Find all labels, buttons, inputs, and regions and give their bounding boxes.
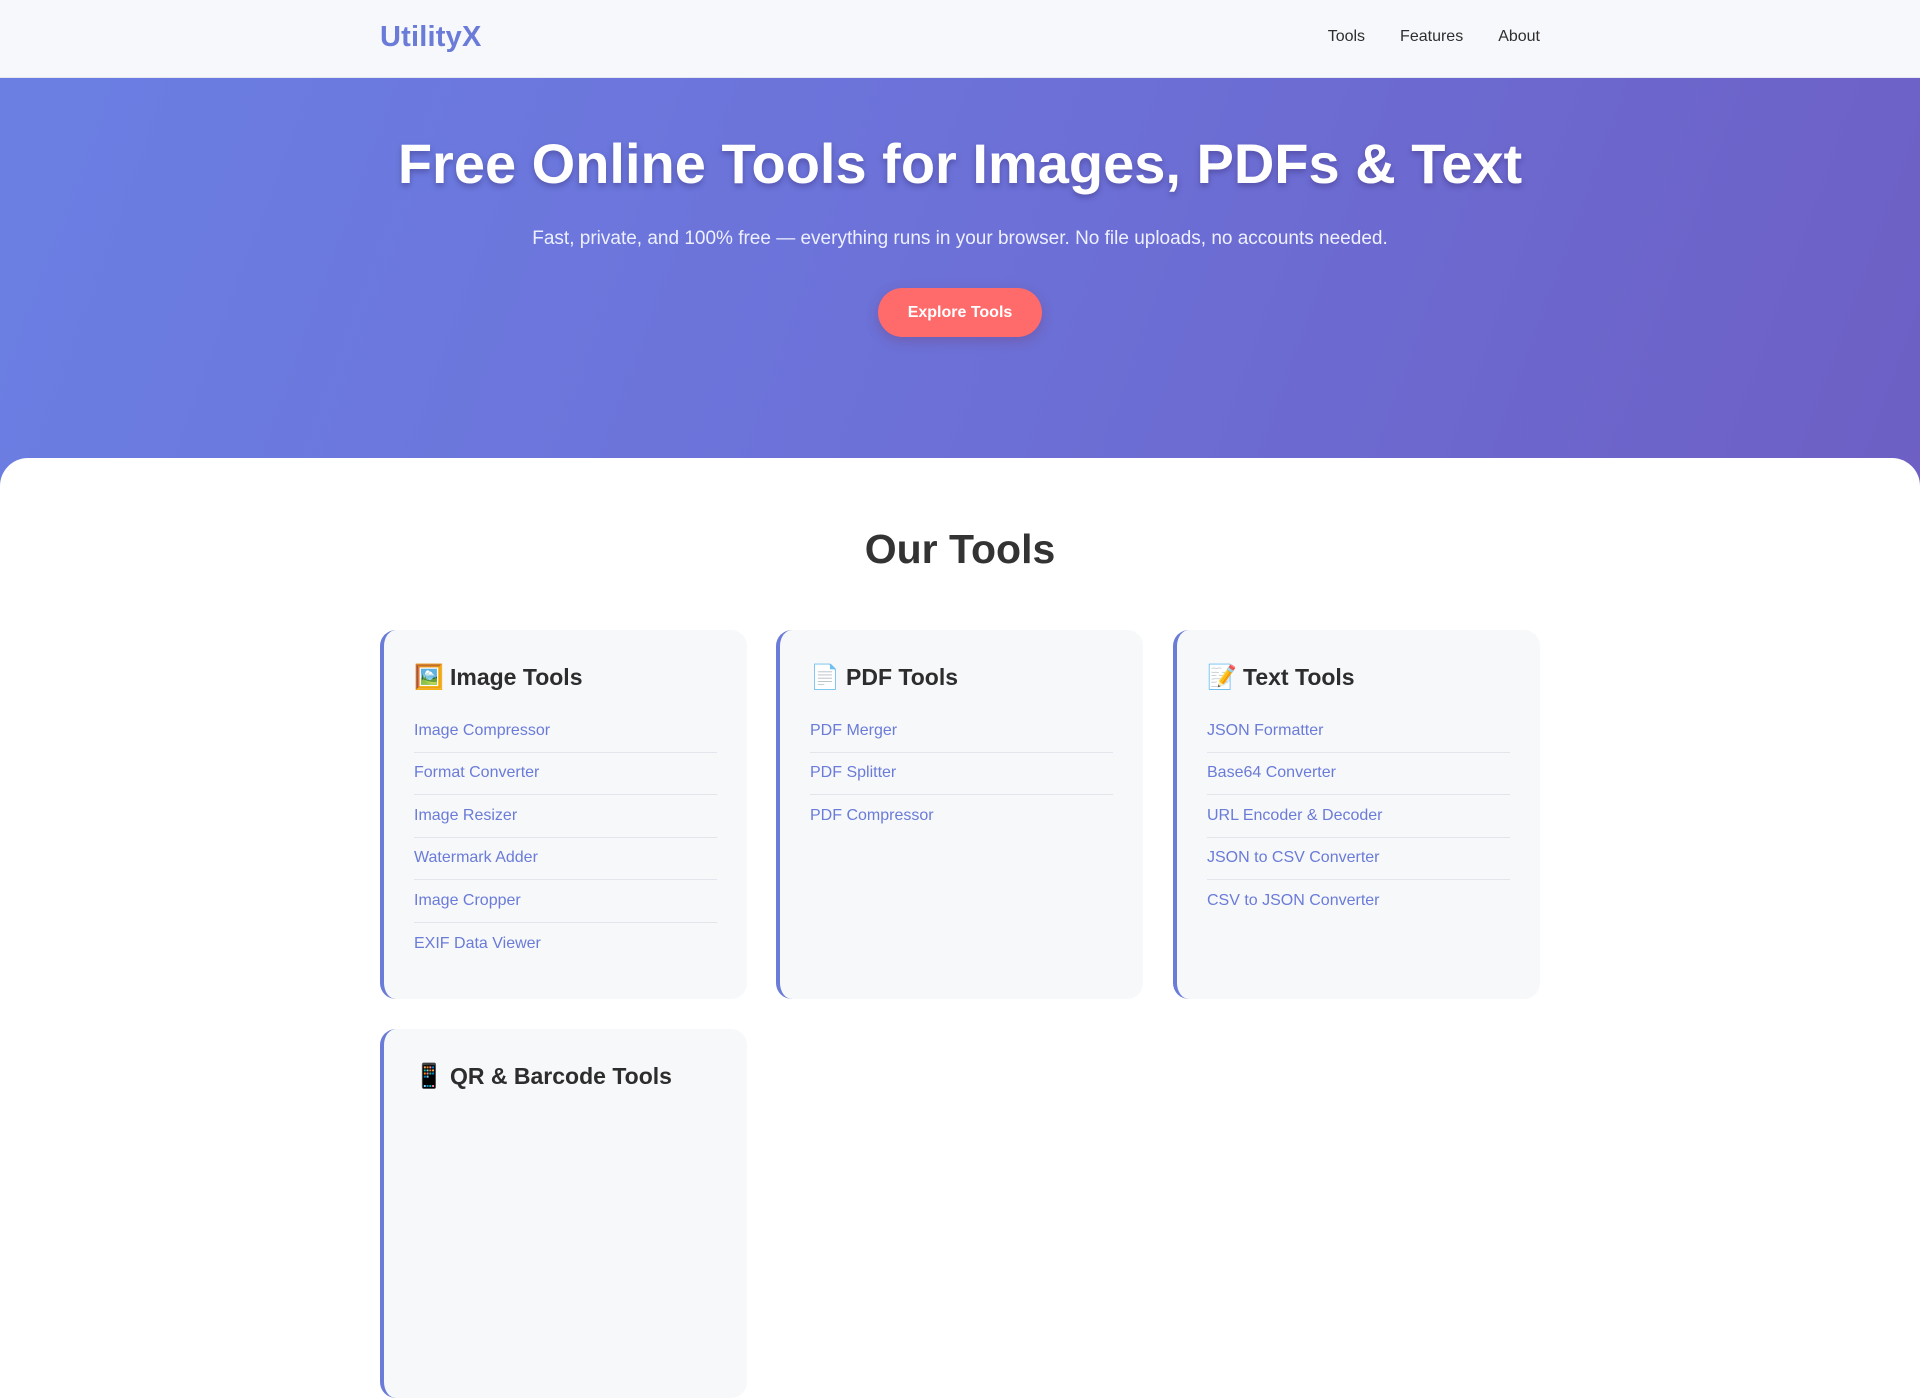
category-title: 🖼️ Image Tools <box>414 663 717 692</box>
tool-link-pdf-merger[interactable]: PDF Merger <box>810 722 897 740</box>
category-title-label: Image Tools <box>450 664 583 690</box>
document-icon: 📄 <box>810 664 840 691</box>
list-item: CSV to JSON Converter <box>1207 880 1510 923</box>
tools-section: Our Tools 🖼️ Image Tools Image Compresso… <box>0 458 1920 1398</box>
category-title: 📄 PDF Tools <box>810 663 1113 692</box>
memo-icon: 📝 <box>1207 664 1237 691</box>
list-item: EXIF Data Viewer <box>414 923 717 966</box>
category-title-label: Text Tools <box>1243 664 1355 690</box>
list-item: Image Resizer <box>414 795 717 838</box>
list-item: Watermark Adder <box>414 838 717 880</box>
tool-list: PDF Merger PDF Splitter PDF Compressor <box>810 710 1113 838</box>
list-item: PDF Merger <box>810 710 1113 753</box>
list-item: Image Cropper <box>414 880 717 923</box>
nav-link-tools[interactable]: Tools <box>1328 28 1365 46</box>
tool-list: Image Compressor Format Converter Image … <box>414 710 717 965</box>
framed-picture-icon: 🖼️ <box>414 664 444 691</box>
category-card-qr-barcode-tools: 📱 QR & Barcode Tools <box>380 1029 747 1398</box>
category-card-image-tools: 🖼️ Image Tools Image Compressor Format C… <box>380 630 747 999</box>
tool-link-image-cropper[interactable]: Image Cropper <box>414 892 521 910</box>
category-title: 📱 QR & Barcode Tools <box>414 1062 717 1091</box>
logo-link[interactable]: UtilityX <box>380 21 482 54</box>
nav-link-about[interactable]: About <box>1498 28 1540 46</box>
tool-link-url-encoder-decoder[interactable]: URL Encoder & Decoder <box>1207 807 1383 825</box>
category-card-pdf-tools: 📄 PDF Tools PDF Merger PDF Splitter PDF … <box>776 630 1143 999</box>
category-title-label: PDF Tools <box>846 664 959 690</box>
explore-tools-button[interactable]: Explore Tools <box>878 288 1042 337</box>
tool-link-json-to-csv-converter[interactable]: JSON to CSV Converter <box>1207 849 1380 867</box>
tool-link-format-converter[interactable]: Format Converter <box>414 764 539 782</box>
tool-link-pdf-splitter[interactable]: PDF Splitter <box>810 764 896 782</box>
tool-link-pdf-compressor[interactable]: PDF Compressor <box>810 807 934 825</box>
list-item: PDF Splitter <box>810 753 1113 795</box>
site-header: UtilityX Tools Features About <box>0 0 1920 78</box>
list-item: Format Converter <box>414 753 717 795</box>
tool-link-watermark-adder[interactable]: Watermark Adder <box>414 849 538 867</box>
list-item: JSON to CSV Converter <box>1207 838 1510 880</box>
list-item: Image Compressor <box>414 710 717 753</box>
mobile-phone-icon: 📱 <box>414 1063 444 1090</box>
list-item: Base64 Converter <box>1207 753 1510 795</box>
hero-subtitle: Fast, private, and 100% free — everythin… <box>532 228 1388 249</box>
tool-link-image-compressor[interactable]: Image Compressor <box>414 722 550 740</box>
tool-link-csv-to-json-converter[interactable]: CSV to JSON Converter <box>1207 892 1380 910</box>
tool-link-json-formatter[interactable]: JSON Formatter <box>1207 722 1323 740</box>
list-item: PDF Compressor <box>810 795 1113 838</box>
tool-link-exif-data-viewer[interactable]: EXIF Data Viewer <box>414 935 541 953</box>
tool-link-base64-converter[interactable]: Base64 Converter <box>1207 764 1336 782</box>
list-item: JSON Formatter <box>1207 710 1510 753</box>
main-nav: Tools Features About <box>1328 28 1540 46</box>
hero-section: Free Online Tools for Images, PDFs & Tex… <box>0 78 1920 498</box>
list-item: URL Encoder & Decoder <box>1207 795 1510 838</box>
tool-link-image-resizer[interactable]: Image Resizer <box>414 807 517 825</box>
category-title: 📝 Text Tools <box>1207 663 1510 692</box>
category-card-text-tools: 📝 Text Tools JSON Formatter Base64 Conve… <box>1173 630 1540 999</box>
category-title-label: QR & Barcode Tools <box>450 1063 672 1089</box>
tool-list: JSON Formatter Base64 Converter URL Enco… <box>1207 710 1510 923</box>
hero-title: Free Online Tools for Images, PDFs & Tex… <box>397 132 1523 195</box>
nav-link-features[interactable]: Features <box>1400 28 1463 46</box>
section-title: Our Tools <box>864 526 1056 572</box>
